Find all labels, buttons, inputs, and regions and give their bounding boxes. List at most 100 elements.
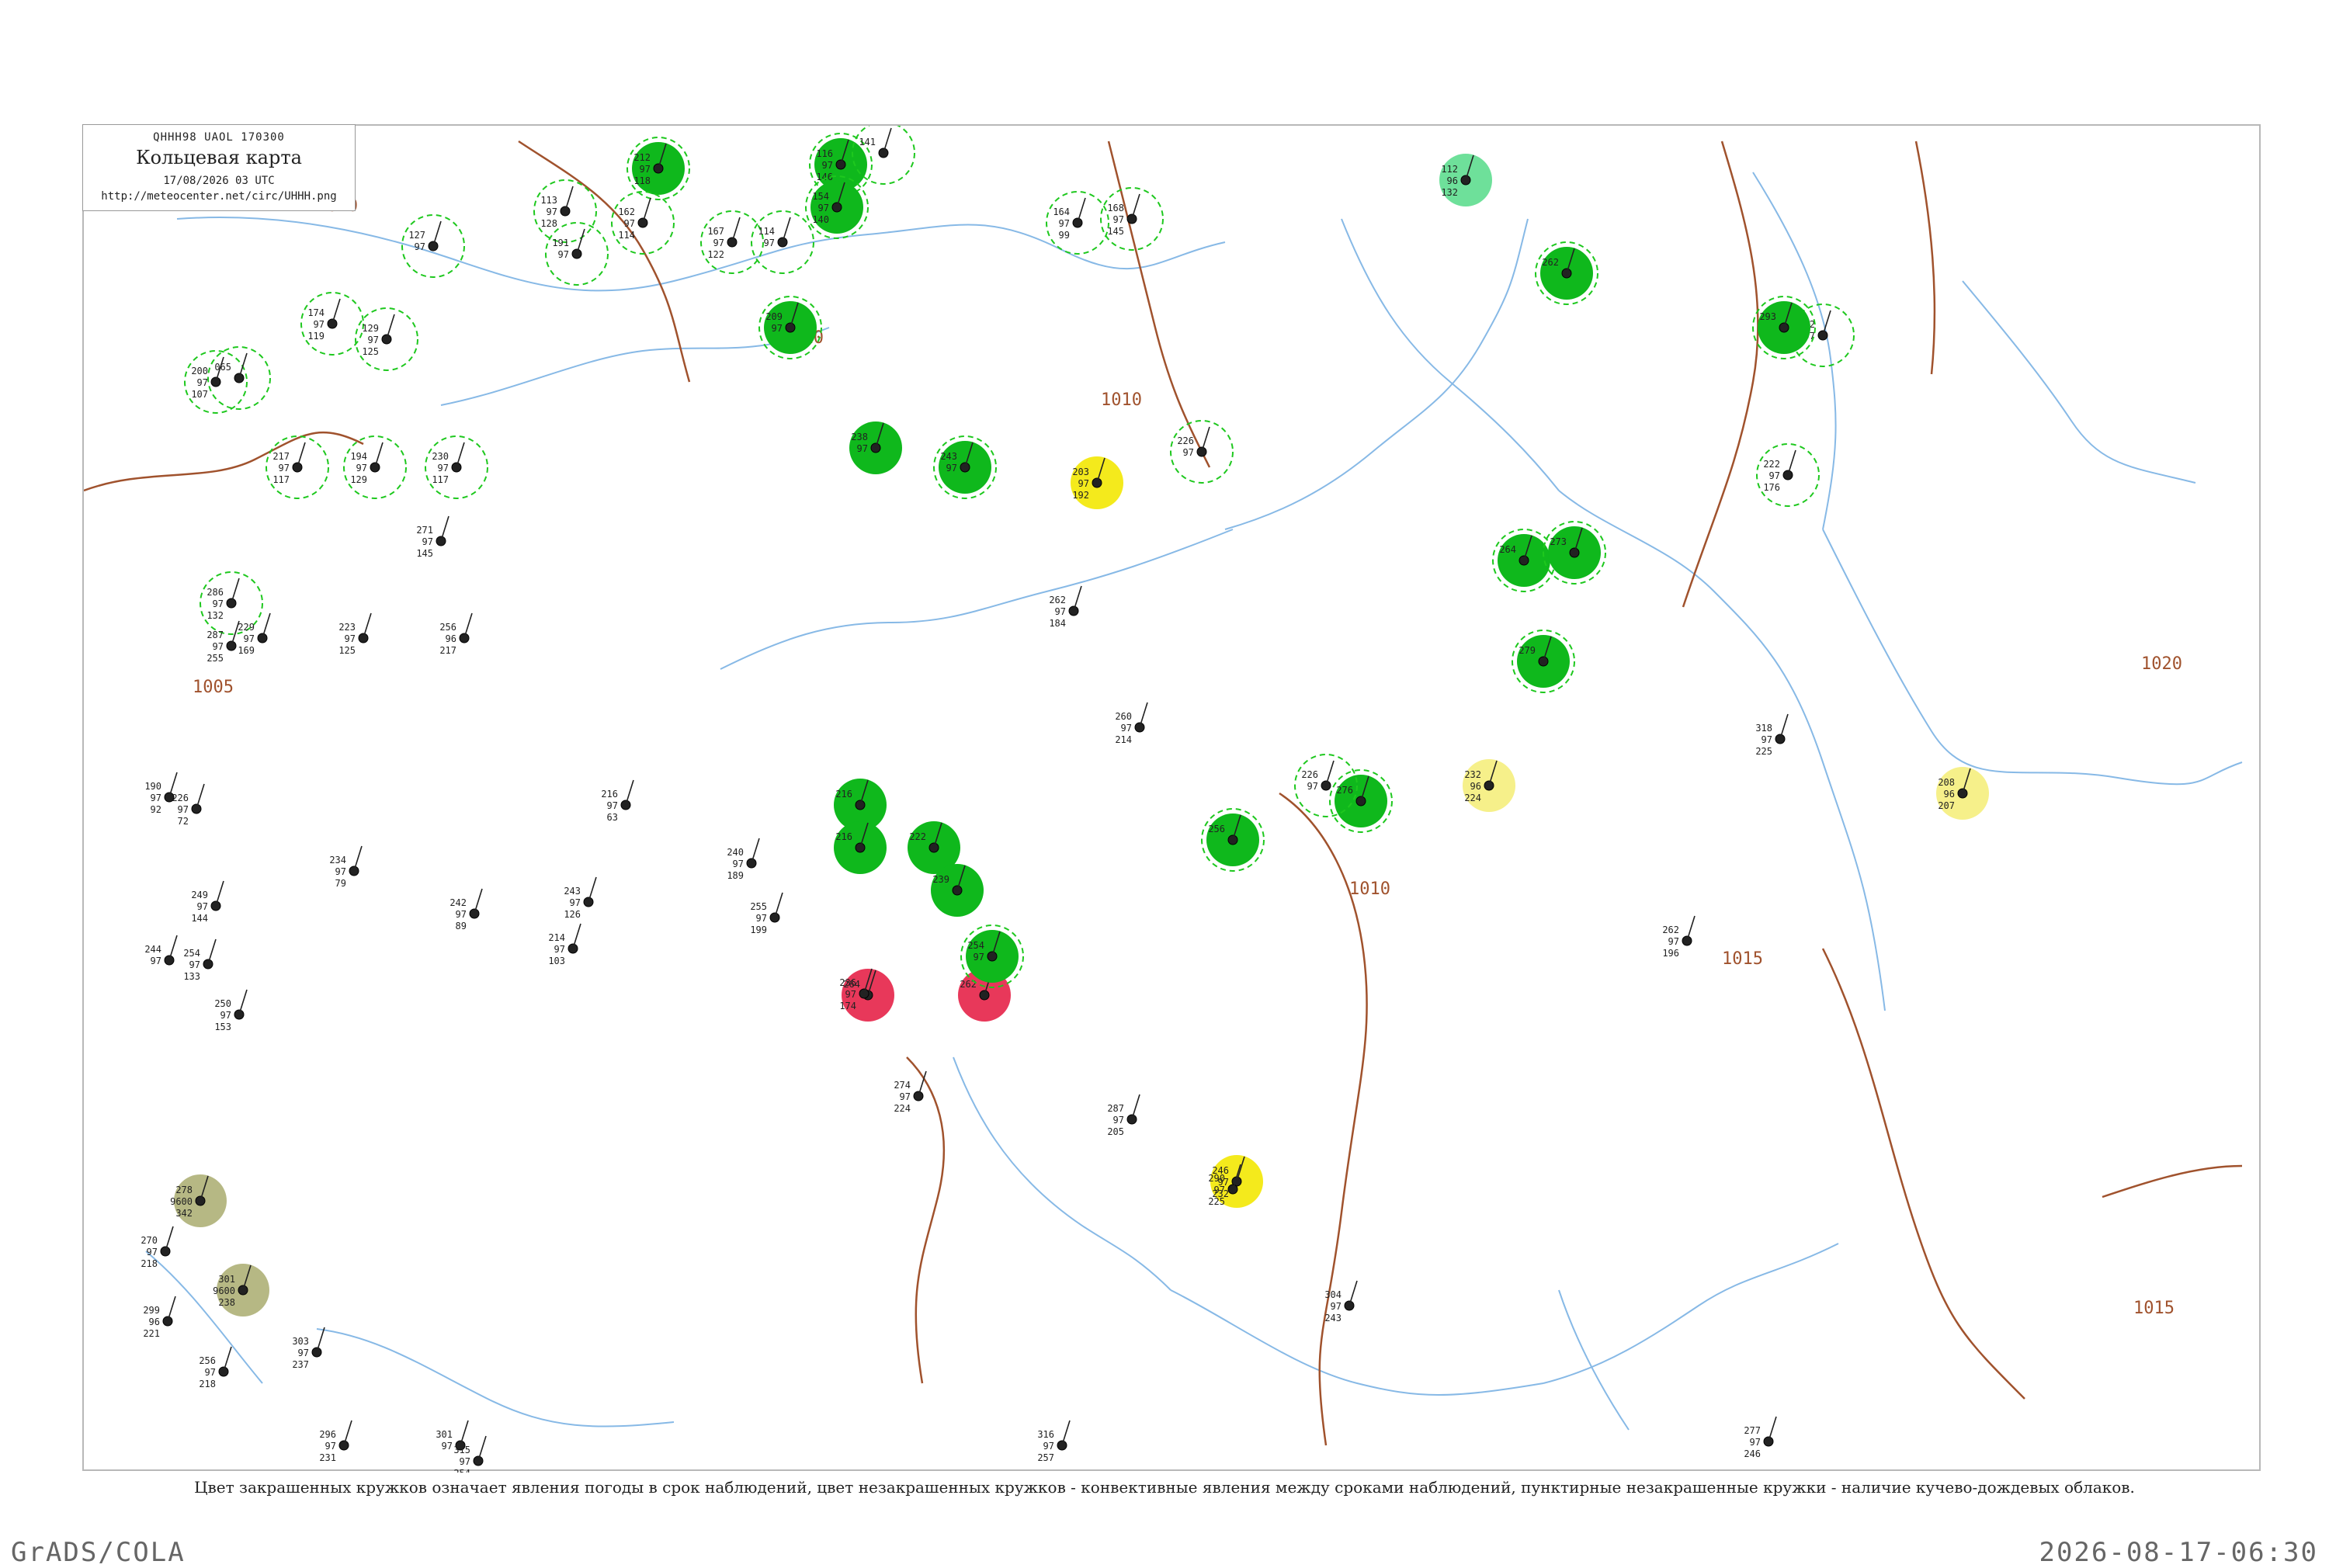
station-plot: 24997144 (191, 880, 224, 924)
station-dewpoint: 224 (894, 1103, 911, 1114)
station-dewpoint: 125 (338, 645, 356, 656)
station-plot: 27197145 (416, 515, 449, 559)
wind-barb (168, 935, 178, 961)
station-temperature: 97 (335, 866, 346, 877)
station-pressure: 242 (449, 897, 467, 908)
station-pressure: 255 (750, 901, 767, 912)
station-temperature: 97 (1214, 1185, 1225, 1195)
station-plot: 23296224 (1463, 759, 1515, 812)
wind-barb (1779, 713, 1789, 740)
wind-barb (751, 838, 760, 864)
wind-barb (432, 220, 442, 247)
station-dewpoint: 140 (812, 214, 829, 225)
station-plot: 30397237 (292, 1327, 325, 1370)
station-temperature: 97 (1059, 218, 1070, 229)
station-dewpoint: 218 (199, 1379, 216, 1389)
station-temperature: 97 (1769, 470, 1780, 481)
wind-barb (1201, 426, 1210, 453)
station-pressure: 190 (144, 781, 161, 792)
station-pressure: 216 (835, 831, 852, 842)
station-temperature: 97 (1113, 1115, 1124, 1126)
station-plot: 27097218 (141, 1226, 174, 1269)
station-plot: 24497 (144, 935, 178, 966)
station-plot: 239 (931, 864, 984, 917)
station-temperature: 97 (151, 793, 161, 803)
station-dewpoint: 63 (607, 812, 618, 823)
station-plot: 3019600238 (213, 1264, 269, 1316)
station-pressure: 256 (199, 1355, 216, 1366)
wind-barb (463, 612, 473, 639)
station-dewpoint: 199 (750, 924, 767, 935)
station-pressure: 167 (707, 226, 724, 237)
station-plot: 23897 (849, 421, 902, 474)
station-pressure: 223 (338, 622, 356, 633)
isobar-labels: 1010 1005 1010 1010 1015 1020 1010 1015 (193, 196, 2182, 1318)
wind-barb (215, 880, 224, 907)
station-temperature: 97 (1078, 478, 1089, 489)
station-temperature: 97 (356, 463, 367, 474)
station-dewpoint: 237 (292, 1359, 309, 1370)
wind-barb (167, 1296, 176, 1322)
wind-barb (231, 578, 240, 604)
station-pressure: 276 (1336, 785, 1353, 796)
station-plot: 2429789 (449, 888, 483, 931)
footer-timestamp: 2026-08-17-06:30 (2039, 1537, 2318, 1568)
wind-barb (331, 298, 341, 324)
station-pressure: 301 (436, 1429, 453, 1440)
station-dewpoint: 132 (1441, 187, 1458, 198)
station-plot: 25697218 (199, 1346, 232, 1389)
station-dewpoint: 254 (453, 1468, 470, 1473)
station-temperature: 9600 (170, 1196, 193, 1207)
station-plot: 21797117 (266, 435, 329, 499)
station-dewpoint: 92 (151, 804, 161, 815)
station-plot: 31697257 (1037, 1420, 1071, 1463)
wind-barb (1325, 760, 1335, 786)
station-pressure: 296 (319, 1429, 336, 1440)
wind-barb (1073, 585, 1082, 612)
station-plot: 11296132 (1439, 154, 1492, 206)
station-plot: 216 (834, 821, 887, 874)
station-temperature: 97 (460, 1456, 470, 1467)
map-date: 17/08/2026 03 UTC (163, 175, 275, 187)
station-plot: 26297184 (1049, 585, 1082, 629)
station-dewpoint: 79 (335, 878, 346, 889)
footer-software: GrADS/COLA (11, 1537, 186, 1568)
station-pressure: 316 (1037, 1429, 1054, 1440)
wind-barb (1061, 1420, 1071, 1446)
station-pressure: 065 (214, 362, 231, 373)
station-pressure: 301 (218, 1274, 235, 1285)
wind-barb (774, 892, 783, 918)
map-title: Кольцевая карта (136, 147, 302, 168)
station-temperature: 97 (857, 443, 868, 454)
station-dewpoint: 117 (272, 474, 290, 485)
station-plot: 21297118 (627, 137, 690, 200)
wind-barb (625, 779, 634, 806)
station-dewpoint: 176 (1763, 482, 1780, 493)
station-dewpoint: 169 (238, 645, 255, 656)
station-pressure: 114 (758, 226, 775, 237)
station-pressure: 279 (1519, 645, 1536, 656)
station-dewpoint: 128 (540, 218, 557, 229)
station-temperature: 97 (733, 859, 744, 869)
station-pressure: 232 (1464, 769, 1481, 780)
station-pressure: 191 (552, 238, 569, 248)
station-temperature: 97 (756, 913, 767, 924)
station-temperature: 97 (547, 206, 557, 217)
station-pressure: 164 (1053, 206, 1070, 217)
station-dewpoint: 146 (816, 172, 833, 182)
station-pressure: 141 (859, 137, 876, 147)
station-temperature: 97 (345, 633, 356, 644)
wind-barb (223, 1346, 232, 1372)
station-temperature: 97 (764, 238, 775, 248)
station-dewpoint: 214 (1115, 734, 1132, 745)
station-dewpoint: 99 (1059, 230, 1070, 241)
station-pressure: 229 (238, 622, 255, 633)
station-dewpoint: 192 (1072, 490, 1089, 501)
station-pressure: 303 (292, 1336, 309, 1347)
station-dewpoint: 221 (143, 1328, 160, 1339)
station-dewpoint: 103 (548, 956, 565, 966)
station-pressure: 236 (839, 977, 856, 988)
station-temperature: 97 (946, 463, 957, 474)
station-pressure: 254 (183, 948, 200, 959)
station-dewpoint: 225 (1208, 1196, 1225, 1207)
